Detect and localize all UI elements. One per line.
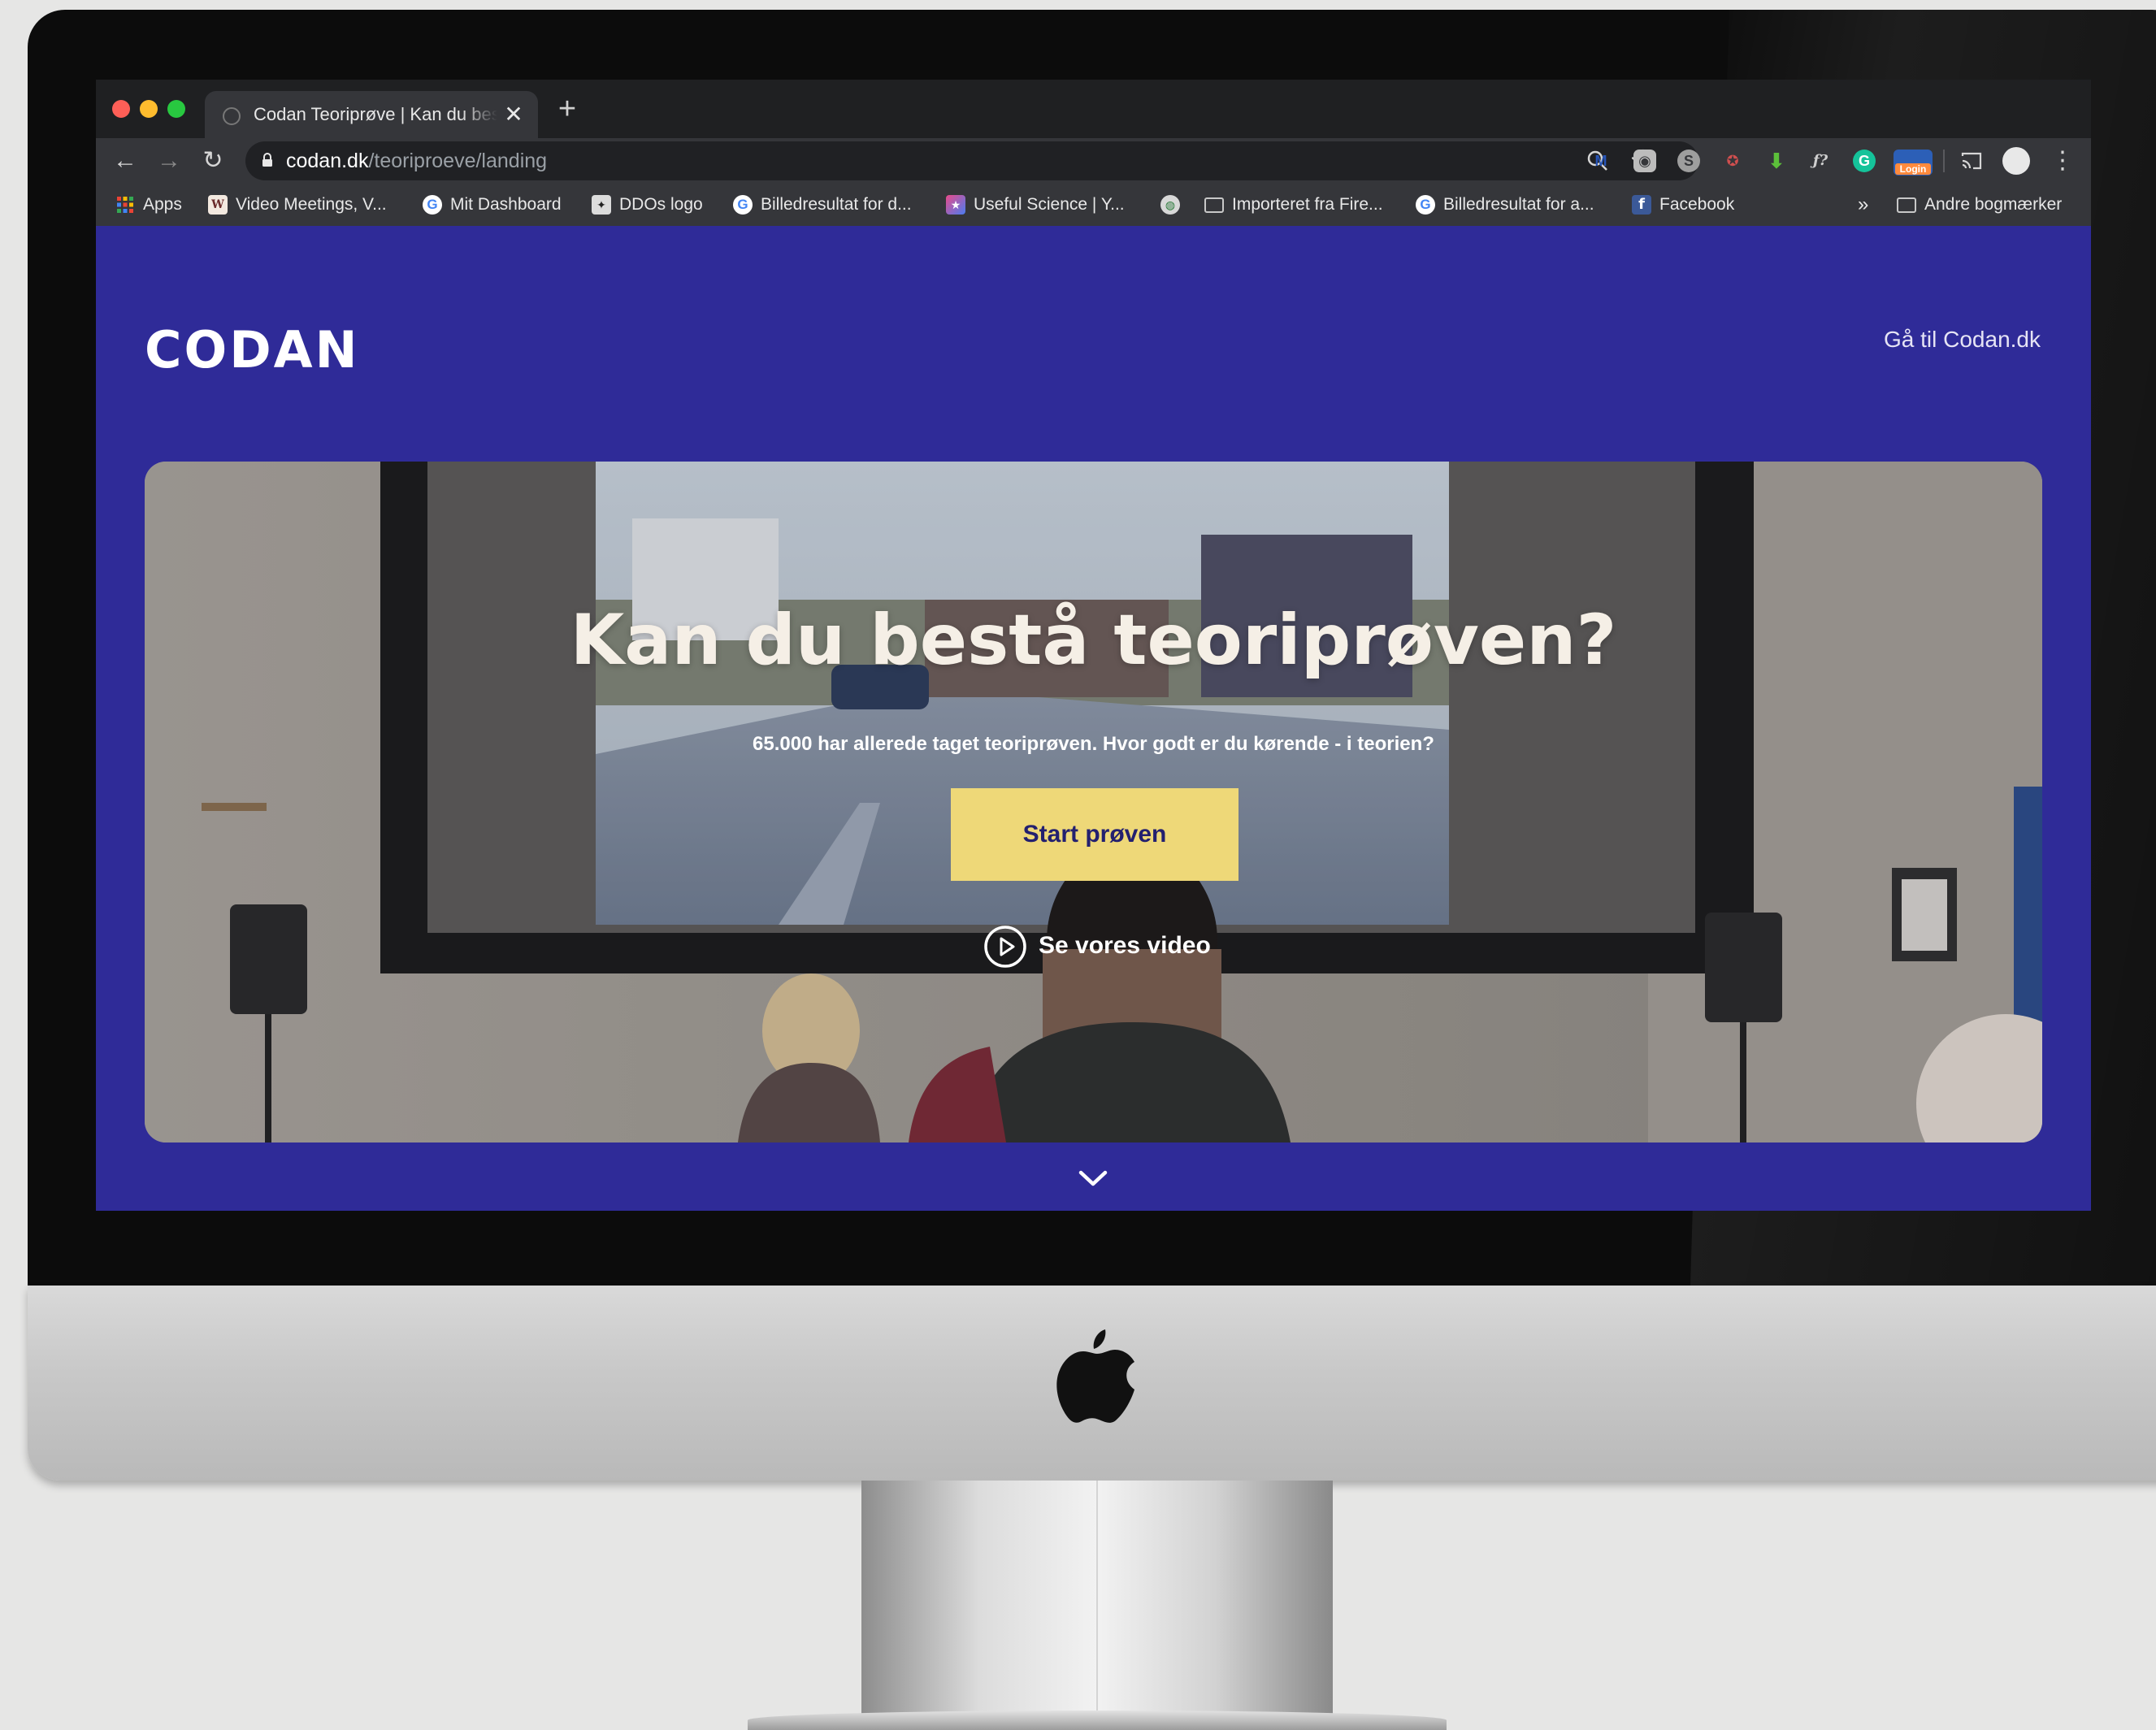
folder-icon — [1897, 197, 1916, 213]
maximize-window-button[interactable] — [167, 100, 185, 118]
bookmark-label: Mit Dashboard — [450, 195, 562, 214]
tab-bar: Codan Teoriprøve | Kan du bestå teoriprø… — [96, 80, 2091, 138]
tab-title: Codan Teoriprøve | Kan du bestå teoriprø… — [254, 104, 497, 124]
bookmark-facebook[interactable]: f Facebook — [1632, 193, 1734, 216]
codan-logo[interactable]: CODAN — [145, 320, 360, 379]
imac-stand-seam — [1096, 1481, 1098, 1730]
folder-icon — [1204, 197, 1224, 213]
browser-window: Codan Teoriprøve | Kan du bestå teoriprø… — [96, 80, 2091, 1211]
bookmark-billedresultat-a[interactable]: G Billedresultat for a... — [1416, 193, 1594, 216]
bookmarks-bar: Apps W Video Meetings, V... G Mit Dashboar… — [96, 184, 2091, 227]
facebook-icon: f — [1632, 195, 1651, 215]
apple-logo-icon — [1056, 1329, 1134, 1423]
bookmark-label: DDOs logo — [619, 195, 703, 214]
extension-skype-icon[interactable]: S — [1677, 150, 1700, 172]
extension-spy-icon[interactable]: ✪ — [1721, 150, 1744, 172]
globe-icon: ◍ — [1160, 195, 1180, 215]
profile-avatar[interactable] — [2002, 147, 2030, 175]
toolbar-divider — [1943, 150, 1945, 172]
bookmark-label: Billedresultat for d... — [761, 195, 912, 214]
start-test-button[interactable]: Start prøven — [951, 788, 1239, 881]
extension-m-icon[interactable]: M — [1590, 150, 1612, 172]
browser-toolbar: ← → ↻ codan.dk/teoriproeve/landing M ◉ S… — [96, 138, 2091, 184]
url-text: codan.dk/teoriproeve/landing — [286, 150, 547, 173]
hero-subline: 65.000 har allerede taget teoriprøven. H… — [753, 733, 1434, 755]
back-arrow-icon[interactable]: ← — [109, 145, 141, 177]
bookmark-label: Importeret fra Fire... — [1232, 195, 1383, 214]
new-tab-button[interactable]: + — [551, 93, 583, 125]
bookmark-mit-dashboard[interactable]: G Mit Dashboard — [423, 193, 562, 216]
close-window-button[interactable] — [112, 100, 130, 118]
lock-icon — [262, 153, 272, 167]
bookmark-folder-importeret[interactable]: Importeret fra Fire... — [1204, 193, 1383, 216]
useful-science-icon: ★ — [946, 195, 965, 215]
reload-icon[interactable]: ↻ — [197, 145, 229, 177]
google-icon: G — [1416, 195, 1435, 215]
watch-video-link[interactable]: Se vores video — [983, 923, 1211, 969]
bookmark-other-folder[interactable]: Andre bogmærker — [1897, 193, 2062, 216]
scroll-down-chevron-icon[interactable] — [1078, 1169, 1108, 1188]
codan-landing-page: CODAN Gå til Codan.dk Kan du bestå teori… — [96, 226, 2091, 1211]
bookmark-label: Billedresultat for a... — [1443, 195, 1594, 214]
bookmarks-overflow-button[interactable]: » — [1858, 193, 1868, 216]
url-host: codan.dk — [286, 150, 369, 172]
play-circle-icon — [984, 926, 1026, 968]
apps-grid-icon — [117, 197, 133, 214]
url-path: /teoriproeve/landing — [368, 150, 548, 172]
extension-camera-icon[interactable]: ◉ — [1633, 150, 1656, 172]
tab-active[interactable]: Codan Teoriprøve | Kan du bestå teoriprø… — [205, 91, 538, 138]
goto-codan-link[interactable]: Gå til Codan.dk — [1884, 327, 2041, 353]
extension-download-icon[interactable]: ⬇ — [1765, 150, 1788, 172]
bookmark-video-meetings[interactable]: W Video Meetings, V... — [208, 193, 387, 216]
bookmark-label: Apps — [143, 195, 182, 214]
browser-menu-icon[interactable]: ⋮ — [2046, 145, 2079, 177]
extension-grammarly-icon[interactable]: G — [1853, 150, 1876, 172]
minimize-window-button[interactable] — [140, 100, 158, 118]
bookmark-label: Video Meetings, V... — [236, 195, 387, 214]
ddos-icon: ✦ — [592, 195, 611, 215]
google-icon: G — [423, 195, 442, 215]
imac-stand-base — [748, 1710, 1447, 1730]
bookmark-label: Facebook — [1659, 195, 1735, 214]
bookmark-label: Useful Science | Y... — [974, 195, 1125, 214]
google-icon: G — [733, 195, 753, 215]
extension-formula-icon[interactable]: ƒ? — [1809, 150, 1832, 172]
address-bar[interactable]: codan.dk/teoriproeve/landing — [245, 141, 1698, 180]
cast-icon[interactable] — [1960, 150, 1983, 172]
bookmark-apps[interactable]: Apps — [115, 193, 182, 216]
bookmark-ddos-logo[interactable]: ✦ DDOs logo — [592, 193, 703, 216]
tab-close-icon[interactable]: ✕ — [501, 99, 527, 130]
hero-banner: Kan du bestå teoriprøven? 65.000 har all… — [145, 462, 2042, 1142]
extension-login-badge: Login — [1895, 163, 1931, 175]
whereby-icon: W — [208, 195, 228, 215]
bookmark-label: Andre bogmærker — [1924, 195, 2063, 214]
forward-arrow-icon[interactable]: → — [153, 145, 185, 177]
extension-login-icon[interactable]: Login — [1894, 150, 1933, 176]
watch-video-label: Se vores video — [1039, 932, 1211, 959]
tab-favicon-icon — [223, 107, 241, 125]
bookmark-unnamed[interactable]: ◍ — [1160, 193, 1188, 216]
bookmark-useful-science[interactable]: ★ Useful Science | Y... — [946, 193, 1125, 216]
bookmark-billedresultat-d[interactable]: G Billedresultat for d... — [733, 193, 912, 216]
hero-headline: Kan du bestå teoriprøven? — [570, 600, 1617, 681]
